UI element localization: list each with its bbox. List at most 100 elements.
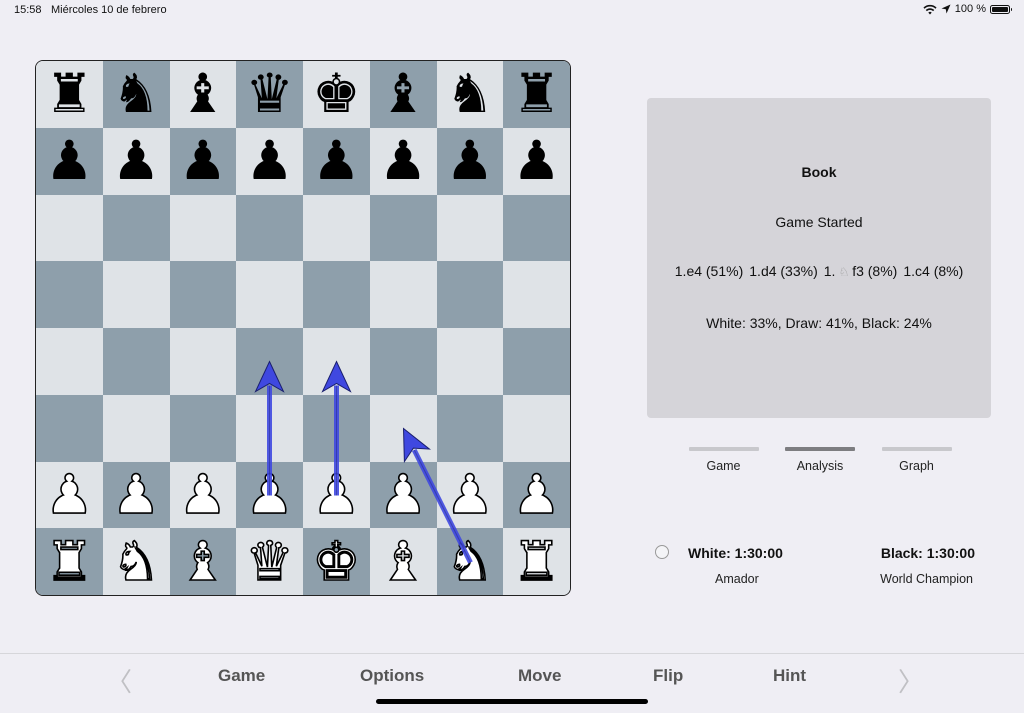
square-d1[interactable]: ♛ (236, 528, 303, 595)
square-e5[interactable] (303, 261, 370, 328)
square-b3[interactable] (102, 394, 170, 462)
square-g6[interactable] (436, 194, 504, 262)
square-d5[interactable] (236, 261, 303, 328)
square-c5[interactable] (169, 261, 237, 328)
white-bishop-icon[interactable]: ♝ (178, 533, 228, 589)
move-button[interactable]: Move (518, 666, 561, 686)
square-d4[interactable] (236, 328, 303, 395)
square-e7[interactable]: ♟ (303, 127, 370, 195)
square-f4[interactable] (369, 328, 437, 395)
black-knight-icon[interactable]: ♞ (446, 67, 494, 121)
square-b8[interactable]: ♞ (102, 61, 170, 128)
white-bishop-icon[interactable]: ♝ (378, 533, 428, 589)
square-d8[interactable]: ♛ (236, 61, 303, 128)
square-a6[interactable] (36, 194, 103, 262)
black-bishop-icon[interactable]: ♝ (179, 67, 227, 121)
book-move[interactable]: 1.c4 (8%) (903, 263, 963, 279)
square-a5[interactable] (36, 261, 103, 328)
square-e4[interactable] (303, 328, 370, 395)
black-queen-icon[interactable]: ♛ (245, 67, 293, 121)
black-king-icon[interactable]: ♚ (312, 67, 360, 121)
square-g4[interactable] (436, 328, 504, 395)
square-f7[interactable]: ♟ (369, 127, 437, 195)
black-pawn-icon[interactable]: ♟ (379, 134, 427, 188)
square-a3[interactable] (36, 394, 103, 462)
black-rook-icon[interactable]: ♜ (45, 67, 93, 121)
square-e3[interactable] (303, 394, 370, 462)
white-pawn-icon[interactable]: ♟ (512, 467, 562, 523)
square-h4[interactable] (503, 328, 570, 395)
tab-analysis[interactable]: Analysis (773, 447, 868, 473)
white-knight-icon[interactable]: ♞ (111, 533, 161, 589)
square-c7[interactable]: ♟ (169, 127, 237, 195)
square-a8[interactable]: ♜ (36, 61, 103, 128)
black-pawn-icon[interactable]: ♟ (512, 134, 560, 188)
square-f3[interactable] (369, 394, 437, 462)
tab-game[interactable]: Game (676, 447, 771, 473)
square-f5[interactable] (369, 261, 437, 328)
white-pawn-icon[interactable]: ♟ (111, 467, 161, 523)
black-pawn-icon[interactable]: ♟ (312, 134, 360, 188)
chevron-right-icon[interactable]: 〉 (898, 662, 924, 699)
black-pawn-icon[interactable]: ♟ (446, 134, 494, 188)
square-h8[interactable]: ♜ (503, 61, 570, 128)
square-c2[interactable]: ♟ (169, 461, 237, 529)
white-pawn-icon[interactable]: ♟ (245, 467, 295, 523)
square-f8[interactable]: ♝ (369, 61, 437, 128)
square-a4[interactable] (36, 328, 103, 395)
square-b2[interactable]: ♟ (102, 461, 170, 529)
white-rook-icon[interactable]: ♜ (44, 533, 94, 589)
square-c3[interactable] (169, 394, 237, 462)
square-d6[interactable] (236, 194, 303, 262)
game-button[interactable]: Game (218, 666, 265, 686)
square-g3[interactable] (436, 394, 504, 462)
square-c8[interactable]: ♝ (169, 61, 237, 128)
white-pawn-icon[interactable]: ♟ (445, 467, 495, 523)
chevron-left-icon[interactable]: 〈 (106, 662, 132, 699)
square-g1[interactable]: ♞ (436, 528, 504, 595)
square-f2[interactable]: ♟ (369, 461, 437, 529)
square-e1[interactable]: ♚ (303, 528, 370, 595)
hint-button[interactable]: Hint (773, 666, 806, 686)
square-b7[interactable]: ♟ (102, 127, 170, 195)
square-f1[interactable]: ♝ (369, 528, 437, 595)
square-b4[interactable] (102, 328, 170, 395)
square-c6[interactable] (169, 194, 237, 262)
black-knight-icon[interactable]: ♞ (112, 67, 160, 121)
tab-graph[interactable]: Graph (869, 447, 964, 473)
flip-button[interactable]: Flip (653, 666, 683, 686)
book-move[interactable]: 1. ♘ f3 (8%) (824, 263, 898, 279)
black-pawn-icon[interactable]: ♟ (112, 134, 160, 188)
black-bishop-icon[interactable]: ♝ (379, 67, 427, 121)
black-pawn-icon[interactable]: ♟ (245, 134, 293, 188)
square-g7[interactable]: ♟ (436, 127, 504, 195)
black-pawn-icon[interactable]: ♟ (179, 134, 227, 188)
home-indicator[interactable] (376, 699, 648, 704)
black-rook-icon[interactable]: ♜ (512, 67, 560, 121)
square-c4[interactable] (169, 328, 237, 395)
square-d7[interactable]: ♟ (236, 127, 303, 195)
square-a2[interactable]: ♟ (36, 461, 103, 529)
book-move[interactable]: 1.e4 (51%) (675, 263, 744, 279)
white-queen-icon[interactable]: ♛ (245, 533, 295, 589)
square-d2[interactable]: ♟ (236, 461, 303, 529)
white-pawn-icon[interactable]: ♟ (44, 467, 94, 523)
white-king-icon[interactable]: ♚ (311, 533, 361, 589)
square-g2[interactable]: ♟ (436, 461, 504, 529)
square-h7[interactable]: ♟ (503, 127, 570, 195)
white-pawn-icon[interactable]: ♟ (178, 467, 228, 523)
black-pawn-icon[interactable]: ♟ (45, 134, 93, 188)
square-e2[interactable]: ♟ (303, 461, 370, 529)
square-a7[interactable]: ♟ (36, 127, 103, 195)
options-button[interactable]: Options (360, 666, 424, 686)
square-b5[interactable] (102, 261, 170, 328)
book-move[interactable]: 1.d4 (33%) (749, 263, 818, 279)
square-e8[interactable]: ♚ (303, 61, 370, 128)
square-f6[interactable] (369, 194, 437, 262)
white-pawn-icon[interactable]: ♟ (378, 467, 428, 523)
square-c1[interactable]: ♝ (169, 528, 237, 595)
square-h3[interactable] (503, 394, 570, 462)
square-g8[interactable]: ♞ (436, 61, 504, 128)
square-h5[interactable] (503, 261, 570, 328)
white-rook-icon[interactable]: ♜ (512, 533, 562, 589)
